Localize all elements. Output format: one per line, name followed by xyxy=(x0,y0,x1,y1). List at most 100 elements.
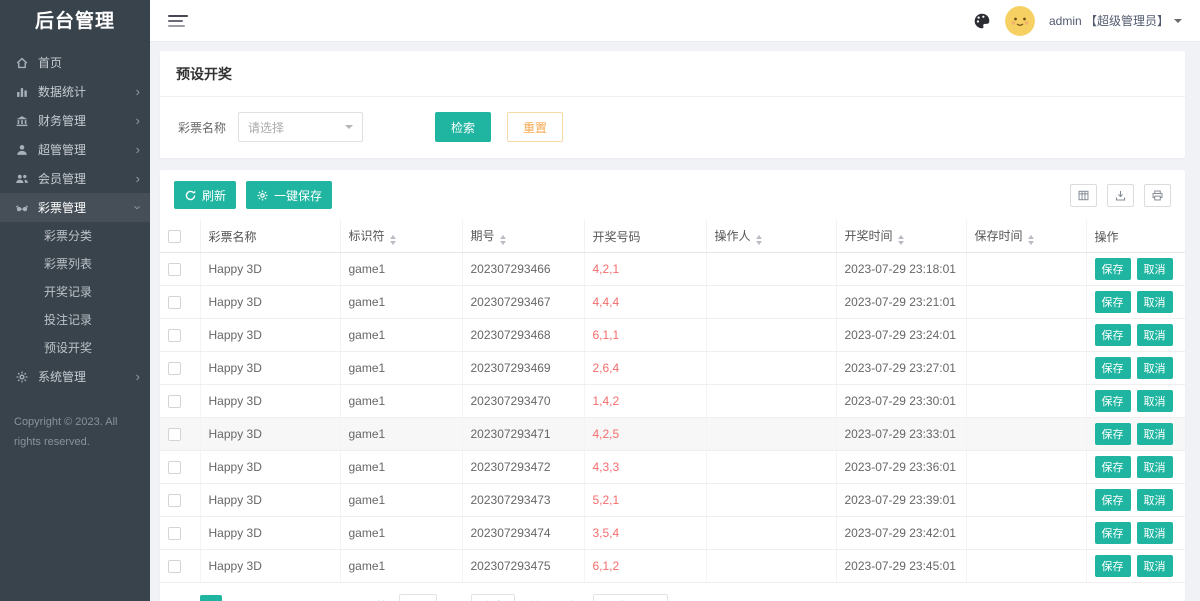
cell-name: Happy 3D xyxy=(200,483,341,517)
reset-button[interactable]: 重置 xyxy=(507,112,564,142)
sidebar-item[interactable]: 超管管理 › xyxy=(0,135,150,164)
column-header[interactable]: 操作人 xyxy=(706,220,837,253)
refresh-button[interactable]: 刷新 xyxy=(174,181,237,209)
sidebar-item[interactable]: 财务管理 › xyxy=(0,106,150,135)
next-page-button[interactable]: > xyxy=(330,595,352,601)
save-row-button[interactable]: 保存 xyxy=(1094,456,1131,478)
cell-operator xyxy=(706,450,837,484)
cell-save_time xyxy=(966,252,1087,286)
per-page-select[interactable]: 10 条/页 xyxy=(592,594,668,601)
sidebar-subitem[interactable]: 预设开奖 xyxy=(0,334,150,362)
prev-page-button[interactable]: < xyxy=(174,595,196,601)
cancel-row-button[interactable]: 取消 xyxy=(1136,555,1173,577)
sidebar-subitem[interactable]: 彩票列表 xyxy=(0,250,150,278)
row-actions-cell: 保存 取消 xyxy=(1086,285,1185,319)
sort-icon[interactable] xyxy=(389,235,396,245)
chevron-right-icon: › xyxy=(135,142,140,157)
column-header[interactable]: 开奖时间 xyxy=(836,220,967,253)
page-button[interactable]: 2 xyxy=(226,595,248,601)
page-button[interactable]: 1 xyxy=(200,595,222,601)
save-row-button[interactable]: 保存 xyxy=(1094,291,1131,313)
save-row-button[interactable]: 保存 xyxy=(1094,324,1131,346)
cancel-row-button[interactable]: 取消 xyxy=(1136,456,1173,478)
cancel-row-button[interactable]: 取消 xyxy=(1136,258,1173,280)
theme-palette-icon[interactable] xyxy=(973,12,991,30)
save-row-button[interactable]: 保存 xyxy=(1094,390,1131,412)
sort-icon[interactable] xyxy=(499,235,506,245)
row-actions-cell: 保存 取消 xyxy=(1086,450,1185,484)
row-actions-cell: 保存 取消 xyxy=(1086,417,1185,451)
sidebar-subitem[interactable]: 投注记录 xyxy=(0,306,150,334)
cancel-row-button[interactable]: 取消 xyxy=(1136,291,1173,313)
row-checkbox[interactable] xyxy=(168,362,181,376)
row-checkbox[interactable] xyxy=(168,494,181,508)
print-icon[interactable] xyxy=(1144,183,1171,207)
cell-code: game1 xyxy=(340,549,463,583)
row-checkbox[interactable] xyxy=(168,329,181,343)
row-checkbox[interactable] xyxy=(168,527,181,541)
table-row: Happy 3D game1 202307293471 4,2,5 2023-07-29… xyxy=(160,417,1185,451)
sidebar-item[interactable]: 彩票管理 › xyxy=(0,193,150,222)
bar-chart-icon xyxy=(14,84,29,99)
cell-save_time xyxy=(966,351,1087,385)
column-header-label: 保存时间 xyxy=(974,229,1023,243)
user-avatar[interactable] xyxy=(1004,5,1035,36)
sidebar-item[interactable]: 数据统计 › xyxy=(0,77,150,106)
save-row-button[interactable]: 保存 xyxy=(1094,555,1131,577)
chevron-right-icon: › xyxy=(135,171,140,186)
row-checkbox[interactable] xyxy=(168,263,181,277)
cell-draw_time: 2023-07-29 23:30:01 xyxy=(836,384,967,418)
row-checkbox[interactable] xyxy=(168,395,181,409)
lottery-select[interactable]: 请选择 xyxy=(238,112,364,142)
cell-code: game1 xyxy=(340,384,463,418)
cell-draw_time: 2023-07-29 23:24:01 xyxy=(836,318,967,352)
gear-icon xyxy=(256,189,269,202)
save-row-button[interactable]: 保存 xyxy=(1094,489,1131,511)
cell-operator xyxy=(706,252,837,286)
cell-numbers: 4,2,1 xyxy=(584,252,707,286)
column-header[interactable]: 标识符 xyxy=(340,220,463,253)
cancel-row-button[interactable]: 取消 xyxy=(1136,324,1173,346)
table-row: Happy 3D game1 202307293470 1,4,2 2023-07-29… xyxy=(160,384,1185,418)
row-actions-cell: 保存 取消 xyxy=(1086,384,1185,418)
save-all-button[interactable]: 一键保存 xyxy=(246,181,333,209)
column-header[interactable]: 期号 xyxy=(462,220,585,253)
save-row-button[interactable]: 保存 xyxy=(1094,258,1131,280)
row-checkbox-cell xyxy=(160,450,201,484)
column-header[interactable]: 保存时间 xyxy=(966,220,1087,253)
sidebar-item[interactable]: 首页 xyxy=(0,48,150,77)
hamburger-menu-icon[interactable] xyxy=(168,14,188,27)
sort-icon[interactable] xyxy=(755,235,762,245)
sidebar-subitem[interactable]: 彩票分类 xyxy=(0,222,150,250)
cell-numbers: 2,6,4 xyxy=(584,351,707,385)
sort-icon[interactable] xyxy=(1027,235,1034,245)
sidebar-item[interactable]: 会员管理 › xyxy=(0,164,150,193)
row-checkbox[interactable] xyxy=(168,560,181,574)
sidebar-subitem[interactable]: 开奖记录 xyxy=(0,278,150,306)
row-checkbox-cell xyxy=(160,285,201,319)
sort-icon[interactable] xyxy=(897,235,904,245)
page-button[interactable]: 3 xyxy=(252,595,274,601)
sidebar-item[interactable]: 系统管理 › xyxy=(0,362,150,391)
user-menu-trigger[interactable]: admin 【超级管理员】 xyxy=(1049,12,1182,29)
search-button[interactable]: 检索 xyxy=(435,112,492,142)
row-checkbox[interactable] xyxy=(168,296,181,310)
cancel-row-button[interactable]: 取消 xyxy=(1136,357,1173,379)
save-row-button[interactable]: 保存 xyxy=(1094,522,1131,544)
save-row-button[interactable]: 保存 xyxy=(1094,423,1131,445)
row-checkbox[interactable] xyxy=(168,461,181,475)
row-checkbox[interactable] xyxy=(168,428,181,442)
page-jump-input[interactable] xyxy=(399,594,438,601)
sidebar-submenu: 彩票分类 彩票列表 开奖记录 投注记录 预设开奖 xyxy=(0,222,150,362)
page-button[interactable]: 20 xyxy=(304,595,326,601)
cancel-row-button[interactable]: 取消 xyxy=(1136,423,1173,445)
save-row-button[interactable]: 保存 xyxy=(1094,357,1131,379)
pagination: <123... 20 > 到第 页 确定 共 196 条 10 条/页 xyxy=(160,583,1185,601)
columns-filter-icon[interactable] xyxy=(1070,183,1097,207)
cancel-row-button[interactable]: 取消 xyxy=(1136,390,1173,412)
confirm-page-button[interactable]: 确定 xyxy=(471,594,516,601)
select-all-checkbox[interactable] xyxy=(168,230,181,244)
export-icon[interactable] xyxy=(1107,183,1134,207)
cancel-row-button[interactable]: 取消 xyxy=(1136,522,1173,544)
cancel-row-button[interactable]: 取消 xyxy=(1136,489,1173,511)
